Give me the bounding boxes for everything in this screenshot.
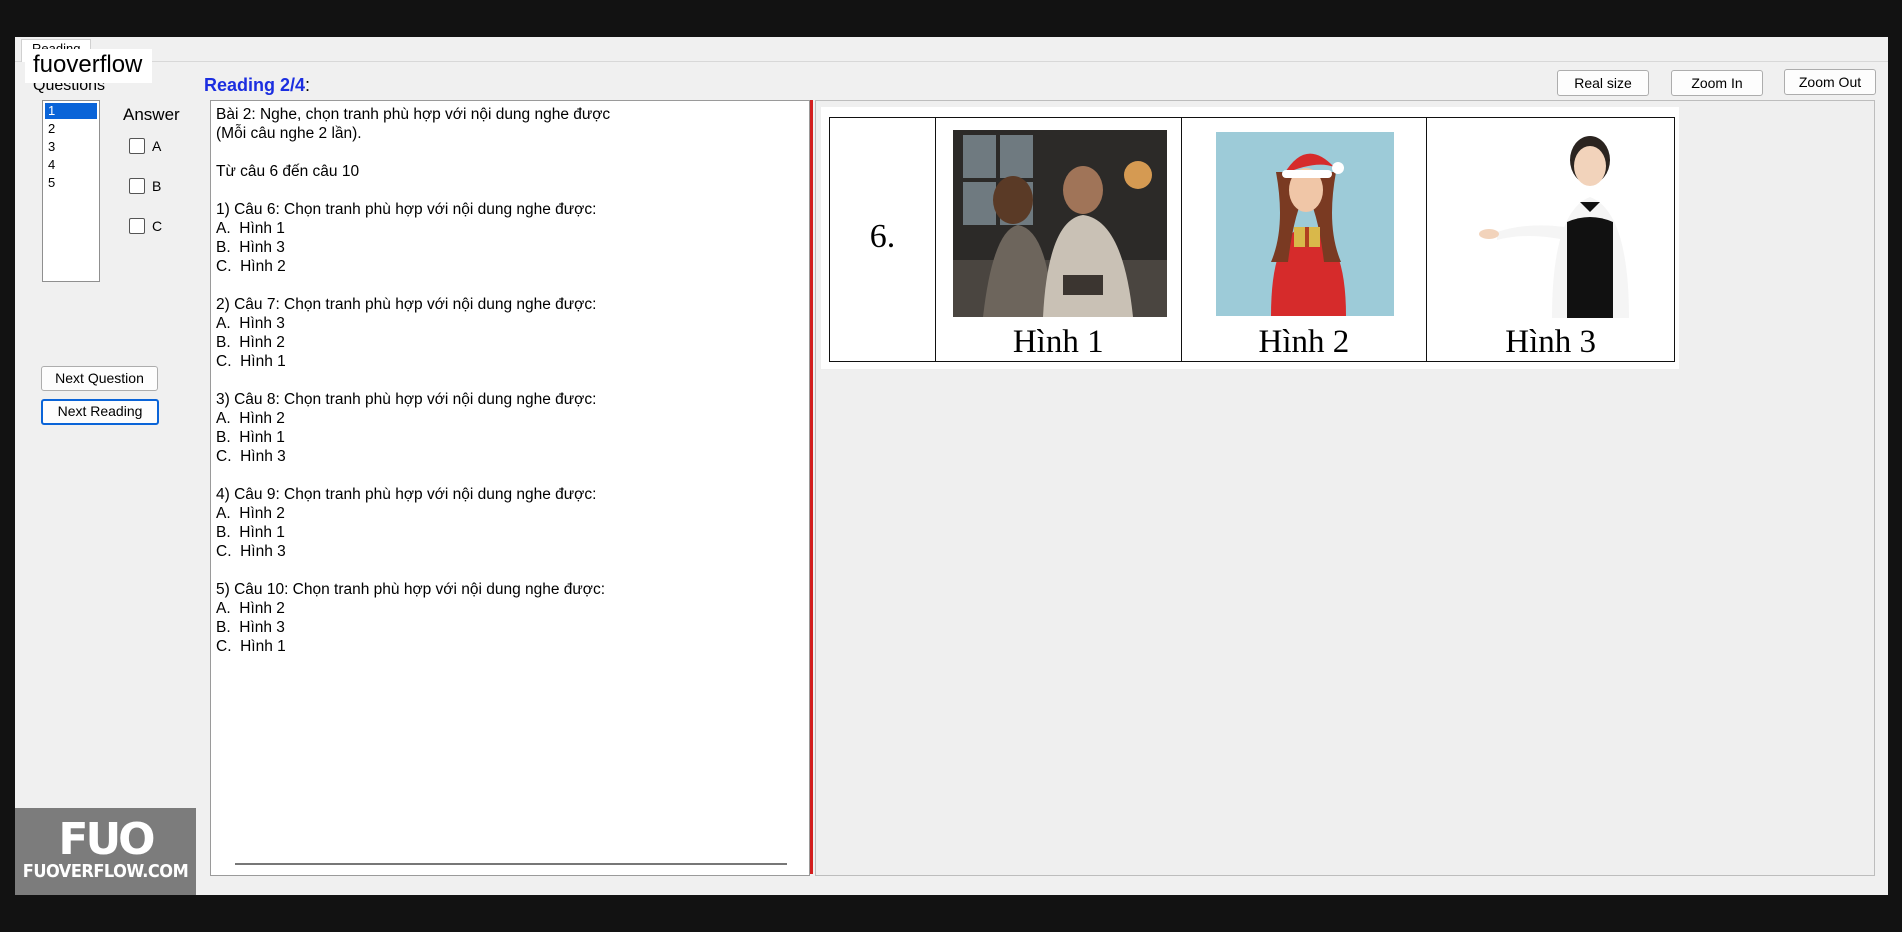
question-list-item[interactable]: 3 <box>45 139 97 155</box>
watermark-label: fuoverflow <box>25 49 153 83</box>
passage-line: 2) Câu 7: Chọn tranh phù hợp với nội dun… <box>216 296 597 313</box>
passage-line: 4) Câu 9: Chọn tranh phù hợp với nội dun… <box>216 486 597 503</box>
fuoverflow-logo: FUO FUOVERFLOW.COM <box>15 808 196 895</box>
passage-line: B. Hình 3 <box>216 619 285 636</box>
answer-option-label: A <box>152 138 162 154</box>
horizontal-scrollbar[interactable] <box>235 863 787 865</box>
passage-line: C. Hình 1 <box>216 638 286 655</box>
passage-line: A. Hình 2 <box>216 410 285 427</box>
zoom-in-button[interactable]: Zoom In <box>1671 70 1763 96</box>
app-window: Reading fuoverflow Questions 1 2 3 4 5 A… <box>15 37 1888 895</box>
passage-line <box>216 371 610 390</box>
image-grid: 6. Hình 1 Hình 2 Hình 3 <box>829 117 1675 362</box>
answer-option-label: C <box>152 218 163 234</box>
next-question-button[interactable]: Next Question <box>41 366 158 391</box>
image-number: 6. <box>869 218 896 255</box>
next-reading-button[interactable]: Next Reading <box>41 399 159 425</box>
passage-line: (Mỗi câu nghe 2 lần). <box>216 125 362 142</box>
passage-line <box>216 143 610 162</box>
passage-line: B. Hình 1 <box>216 524 285 541</box>
passage-line: C. Hình 1 <box>216 353 286 370</box>
answer-option-c[interactable]: C <box>129 218 162 234</box>
passage-line: C. Hình 3 <box>216 448 286 465</box>
reading-title-text: Reading 2/4 <box>204 75 306 95</box>
picture-caption: Hình 2 <box>1258 324 1350 360</box>
couple-photo <box>952 130 1167 317</box>
questions-listbox[interactable]: 1 2 3 4 5 <box>42 100 100 282</box>
picture-caption: Hình 3 <box>1505 324 1596 360</box>
zoom-out-button[interactable]: Zoom Out <box>1784 69 1876 95</box>
tab-strip: Reading <box>15 37 1888 62</box>
picture-cell-1: Hình 1 <box>936 118 1182 361</box>
reading-title-colon: : <box>305 75 311 95</box>
picture-cell-3: Hình 3 <box>1427 118 1674 361</box>
passage-line <box>216 276 610 295</box>
passage-line <box>216 561 610 580</box>
passage-line: A. Hình 3 <box>216 315 285 332</box>
picture-cell-2: Hình 2 <box>1182 118 1428 361</box>
checkbox[interactable] <box>129 138 145 154</box>
passage-line: C. Hình 3 <box>216 543 286 560</box>
image-panel: 6. Hình 1 Hình 2 Hình 3 <box>815 100 1875 876</box>
passage-line: Từ câu 6 đến câu 10 <box>216 163 360 180</box>
question-image: 6. Hình 1 Hình 2 Hình 3 <box>821 107 1679 369</box>
passage-line <box>216 181 610 200</box>
checkbox[interactable] <box>129 218 145 234</box>
logo-url: FUOVERFLOW.COM <box>22 861 189 882</box>
passage-line: 3) Câu 8: Chọn tranh phù hợp với nội dun… <box>216 391 597 408</box>
passage-line: A. Hình 2 <box>216 505 285 522</box>
answer-label: Answer <box>123 105 180 124</box>
logo-mark: FUO <box>58 814 155 865</box>
answer-option-a[interactable]: A <box>129 138 161 154</box>
passage-line: B. Hình 1 <box>216 429 285 446</box>
passage-line: A. Hình 2 <box>216 600 285 617</box>
passage-line: C. Hình 2 <box>216 258 286 275</box>
answer-option-b[interactable]: B <box>129 178 161 194</box>
passage-line <box>216 466 610 485</box>
passage-line: Bài 2: Nghe, chọn tranh phù hợp với nội … <box>216 106 611 123</box>
checkbox[interactable] <box>129 178 145 194</box>
question-list-item[interactable]: 5 <box>45 175 97 191</box>
passage-line: B. Hình 2 <box>216 334 285 351</box>
passage-line: B. Hình 3 <box>216 239 285 256</box>
waitress-photo <box>1457 132 1648 318</box>
panel-splitter[interactable] <box>810 100 813 874</box>
image-number-cell: 6. <box>830 118 936 361</box>
answer-option-label: B <box>152 178 162 194</box>
real-size-button[interactable]: Real size <box>1557 70 1649 96</box>
question-list-item[interactable]: 2 <box>45 121 97 137</box>
passage-line: 5) Câu 10: Chọn tranh phù hợp với nội du… <box>216 581 606 598</box>
passage-line: A. Hình 1 <box>216 220 285 237</box>
question-list-item[interactable]: 1 <box>45 103 97 119</box>
passage-text: Bài 2: Nghe, chọn tranh phù hợp với nội … <box>216 105 610 656</box>
picture-caption: Hình 1 <box>1012 324 1104 360</box>
question-list-item[interactable]: 4 <box>45 157 97 173</box>
christmas-girl-photo <box>1215 132 1394 316</box>
reading-title: Reading 2/4: <box>204 75 310 96</box>
passage-line: 1) Câu 6: Chọn tranh phù hợp với nội dun… <box>216 201 597 218</box>
reading-text-box[interactable]: Bài 2: Nghe, chọn tranh phù hợp với nội … <box>210 100 810 876</box>
